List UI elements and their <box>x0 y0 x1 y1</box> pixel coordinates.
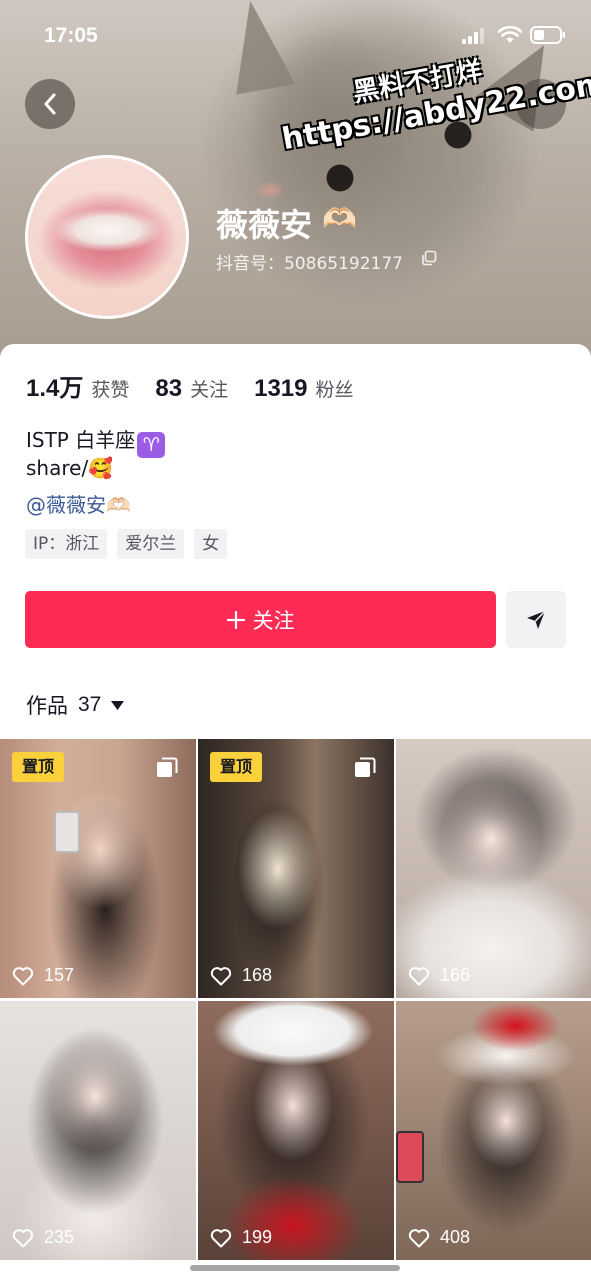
video-tile[interactable]: 408 <box>396 1001 591 1260</box>
like-count-value: 157 <box>44 965 75 985</box>
stat-following[interactable]: 83 关注 <box>155 375 228 403</box>
gallery-icon <box>355 757 376 777</box>
profile-tags: IP：浙江 爱尔兰 女 <box>25 529 237 559</box>
video-tile[interactable]: 置顶 157 <box>0 739 196 998</box>
like-count-value: 166 <box>440 965 471 985</box>
works-tab[interactable]: 作品 37 <box>26 690 125 720</box>
heart-icon <box>12 966 34 985</box>
bio-mention-link[interactable]: @薇薇安🫶🏻 <box>26 489 131 518</box>
phone-image <box>54 811 80 853</box>
video-tile[interactable]: 235 <box>0 1001 196 1260</box>
video-tile[interactable]: 199 <box>198 1001 394 1260</box>
bio-line: share/🥰 <box>26 456 114 480</box>
video-tile[interactable]: 置顶 168 <box>198 739 394 998</box>
aries-icon: ♈ <box>137 432 166 458</box>
like-count: 157 <box>12 965 74 986</box>
status-time: 17:05 <box>44 24 98 47</box>
plus-icon <box>226 610 245 629</box>
send-icon <box>527 609 546 629</box>
profile-card: 1.4万 获赞 83 关注 1319 粉丝 ISTP 白羊座 ♈ share/🥰 … <box>0 344 591 740</box>
video-tile[interactable]: 166 <box>396 739 591 998</box>
heart-icon <box>12 1228 34 1247</box>
works-label: 作品 <box>26 694 68 718</box>
caret-down-icon <box>111 700 125 710</box>
stat-value: 1319 <box>254 375 308 402</box>
bio-line: ISTP 白羊座 ♈ <box>26 424 166 458</box>
phone-image <box>396 1131 424 1183</box>
works-count: 37 <box>78 693 102 716</box>
heart-icon <box>210 966 232 985</box>
pinned-badge: 置顶 <box>12 752 64 782</box>
avatar[interactable] <box>25 155 189 319</box>
like-count-value: 168 <box>242 965 273 985</box>
stat-value: 1.4万 <box>26 375 84 402</box>
bio-text: ISTP 白羊座 <box>26 428 136 452</box>
like-count-value: 235 <box>44 1227 75 1247</box>
heart-icon <box>210 1228 232 1247</box>
chevron-left-icon <box>44 93 56 115</box>
douyin-id: 抖音号：50865192177 <box>216 254 403 274</box>
stat-likes: 1.4万 获赞 <box>26 368 129 403</box>
tag-location: 爱尔兰 <box>117 529 185 559</box>
like-count-value: 199 <box>242 1227 273 1247</box>
follow-button[interactable]: 关注 <box>25 591 496 648</box>
share-button[interactable] <box>506 591 566 648</box>
gallery-icon <box>157 757 178 777</box>
tag-gender: 女 <box>194 529 228 559</box>
like-count: 166 <box>408 965 470 986</box>
nickname-emoji: 🫶🏻 <box>322 202 357 235</box>
nickname: 薇薇安 <box>216 206 313 244</box>
profile-stats: 1.4万 获赞 83 关注 1319 粉丝 <box>26 368 380 403</box>
like-count: 235 <box>12 1227 74 1248</box>
copy-icon[interactable] <box>421 250 437 266</box>
heart-icon <box>408 966 430 985</box>
stat-label: 关注 <box>190 379 229 401</box>
like-count: 199 <box>210 1227 272 1248</box>
follow-label: 关注 <box>252 608 295 633</box>
back-button[interactable] <box>25 79 75 129</box>
stat-label: 获赞 <box>91 379 130 401</box>
stat-followers[interactable]: 1319 粉丝 <box>254 375 353 403</box>
like-count: 168 <box>210 965 272 986</box>
tag-ip: IP：浙江 <box>25 529 108 559</box>
pinned-badge: 置顶 <box>210 752 262 782</box>
like-count: 408 <box>408 1227 470 1248</box>
stat-label: 粉丝 <box>315 379 354 401</box>
like-count-value: 408 <box>440 1227 471 1247</box>
stat-value: 83 <box>155 375 183 402</box>
video-grid: 置顶 157 置顶 168 166 235 199 408 <box>0 739 591 1280</box>
home-indicator[interactable] <box>190 1265 400 1271</box>
heart-icon <box>408 1228 430 1247</box>
